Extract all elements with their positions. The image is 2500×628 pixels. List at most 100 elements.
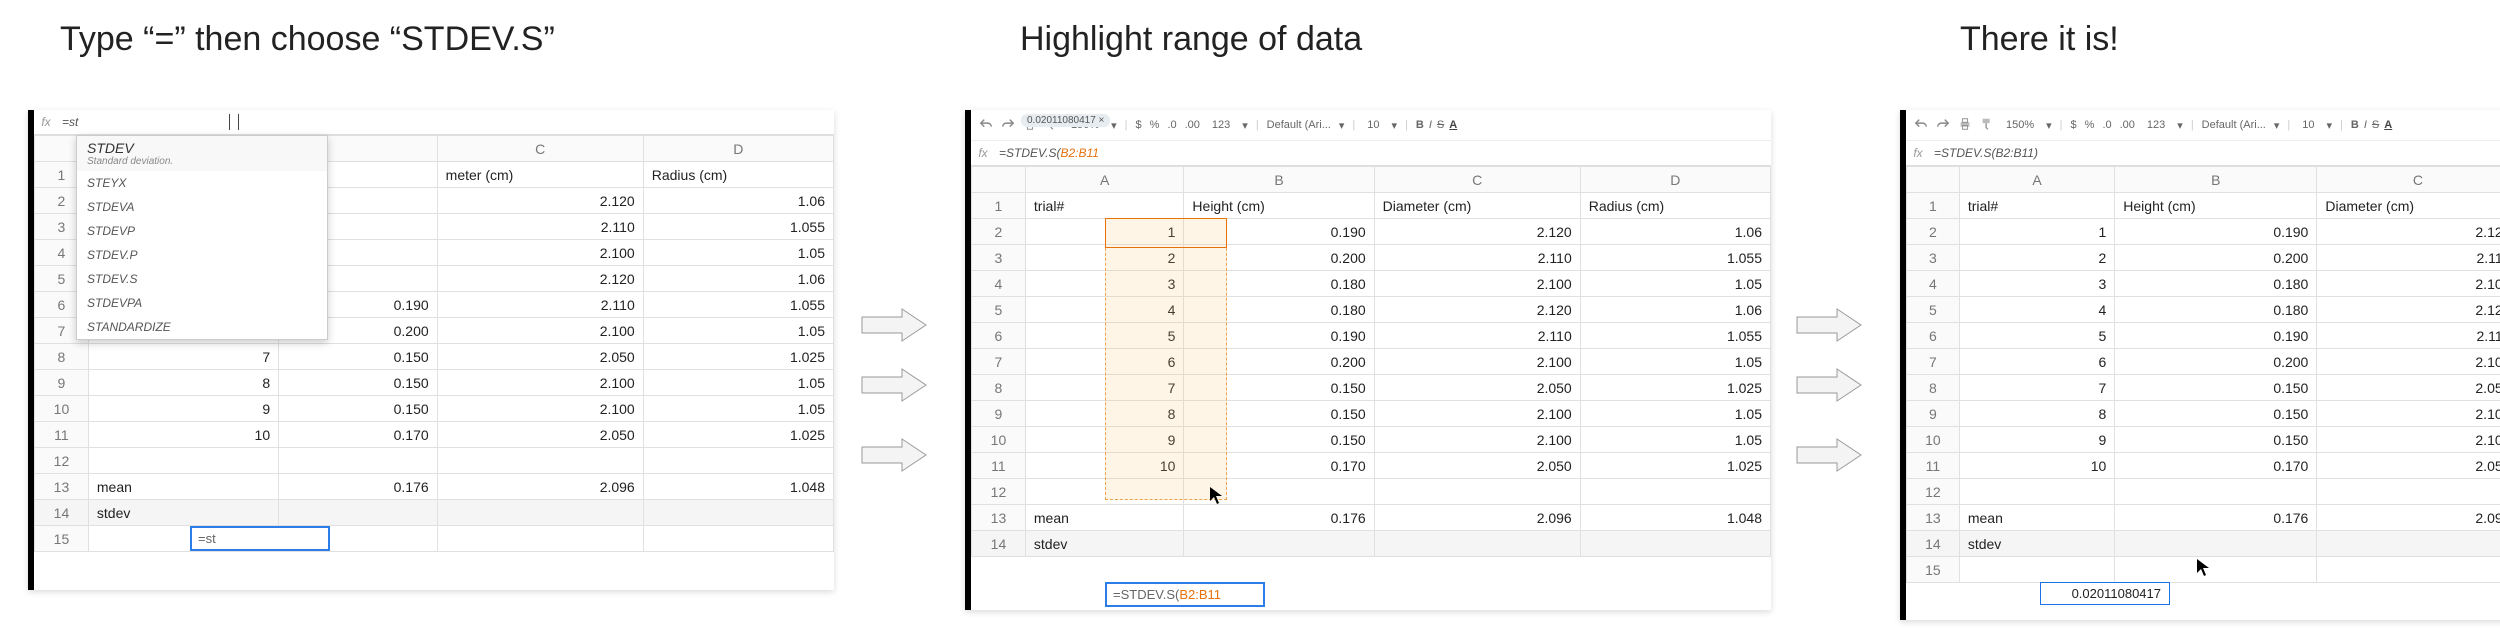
cell[interactable]: 3 — [1025, 271, 1184, 297]
cell[interactable]: stdev — [1959, 531, 2114, 557]
font-family-dropdown[interactable]: Default (Ari... — [1267, 119, 1331, 131]
cell[interactable]: 3 — [1959, 271, 2114, 297]
cell[interactable]: 2.120 — [2317, 219, 2500, 245]
increase-decimal[interactable]: .00 — [2120, 119, 2135, 131]
cell[interactable]: 0.190 — [1184, 219, 1374, 245]
text-color-button[interactable]: A — [2384, 119, 2392, 131]
cell[interactable]: 1.05 — [643, 318, 833, 344]
number-format-dropdown[interactable]: 123 — [1208, 118, 1234, 132]
row-header[interactable]: 2 — [972, 219, 1026, 245]
row-header[interactable]: 2 — [1907, 219, 1960, 245]
row-header[interactable]: 10 — [972, 427, 1026, 453]
cell[interactable]: 0.180 — [2115, 271, 2317, 297]
row-header[interactable]: 11 — [35, 422, 89, 448]
cell[interactable]: 5 — [1959, 323, 2114, 349]
cell[interactable]: 2.110 — [2317, 245, 2500, 271]
cell[interactable]: 0.200 — [1184, 349, 1374, 375]
cell[interactable]: 0.150 — [279, 396, 438, 422]
cell[interactable]: Diameter (cm) — [1374, 193, 1580, 219]
cell[interactable]: 1.025 — [1580, 453, 1770, 479]
italic-button[interactable]: I — [2364, 119, 2367, 131]
format-percent[interactable]: % — [1150, 119, 1160, 131]
cell[interactable]: 1.025 — [643, 344, 833, 370]
cell[interactable]: 0.150 — [1184, 401, 1374, 427]
cell[interactable]: 1.048 — [1580, 505, 1770, 531]
cell[interactable]: 1.048 — [643, 474, 833, 500]
cell[interactable]: 0.150 — [1184, 375, 1374, 401]
cell[interactable]: 2.096 — [437, 474, 643, 500]
italic-button[interactable]: I — [1429, 119, 1432, 131]
decrease-decimal[interactable]: .0 — [1167, 119, 1176, 131]
cell[interactable]: 1.05 — [1580, 401, 1770, 427]
cell[interactable]: 8 — [88, 370, 278, 396]
cell[interactable]: 2.110 — [437, 292, 643, 318]
format-currency[interactable]: $ — [2071, 119, 2077, 131]
cell[interactable]: 9 — [1025, 427, 1184, 453]
cell[interactable]: mean — [1025, 505, 1184, 531]
cell[interactable]: 1.06 — [643, 188, 833, 214]
cell[interactable]: 2.100 — [437, 370, 643, 396]
cell[interactable]: 0.150 — [279, 370, 438, 396]
format-percent[interactable]: % — [2085, 119, 2095, 131]
col-header[interactable]: A — [1025, 167, 1184, 193]
dropdown-item[interactable]: STEYX — [77, 171, 327, 195]
dropdown-item[interactable]: STDEV.P — [77, 243, 327, 267]
cell[interactable]: 2.120 — [437, 188, 643, 214]
cell[interactable]: 8 — [1959, 401, 2114, 427]
cell[interactable]: 7 — [1959, 375, 2114, 401]
row-header[interactable]: 13 — [1907, 505, 1960, 531]
row-header[interactable]: 1 — [1907, 193, 1960, 219]
cell[interactable]: 1 — [1025, 219, 1184, 245]
cell[interactable]: 7 — [1025, 375, 1184, 401]
cell[interactable]: 0.180 — [1184, 297, 1374, 323]
cell[interactable]: 6 — [1959, 349, 2114, 375]
cell[interactable]: stdev — [88, 500, 278, 526]
row-header[interactable]: 15 — [1907, 557, 1960, 583]
cell[interactable]: 0.170 — [1184, 453, 1374, 479]
decrease-decimal[interactable]: .0 — [2102, 119, 2111, 131]
cell[interactable]: 7 — [88, 344, 278, 370]
strikethrough-button[interactable]: S — [2372, 119, 2379, 131]
cell[interactable]: Height (cm) — [1184, 193, 1374, 219]
text-color-button[interactable]: A — [1449, 119, 1457, 131]
dropdown-item[interactable]: STDEV.S — [77, 267, 327, 291]
cell[interactable]: 0.200 — [1184, 245, 1374, 271]
paint-format-icon[interactable] — [1980, 117, 1994, 134]
cell[interactable]: 2.100 — [2317, 271, 2500, 297]
undo-icon[interactable] — [1914, 117, 1928, 134]
cell[interactable]: 0.200 — [2115, 349, 2317, 375]
cell[interactable]: Diameter (cm) — [2317, 193, 2500, 219]
cell[interactable]: 0.150 — [2115, 375, 2317, 401]
inline-formula-cell[interactable]: =st — [190, 526, 330, 551]
row-header[interactable]: 12 — [972, 479, 1026, 505]
dropdown-item[interactable]: STDEVP — [77, 219, 327, 243]
strikethrough-button[interactable]: S — [1437, 119, 1444, 131]
cell[interactable]: 2.100 — [1374, 349, 1580, 375]
row-header[interactable]: 9 — [35, 370, 89, 396]
row-header[interactable]: 1 — [972, 193, 1026, 219]
cell[interactable]: 2.120 — [1374, 297, 1580, 323]
cell[interactable]: 2.096 — [2317, 505, 2500, 531]
cell[interactable]: 1.06 — [643, 266, 833, 292]
cell[interactable]: 0.170 — [279, 422, 438, 448]
cell[interactable]: 8 — [1025, 401, 1184, 427]
cell[interactable]: Radius (cm) — [643, 162, 833, 188]
formula-input[interactable]: =STDEV.S(B2:B11) — [1930, 146, 2500, 160]
cell[interactable]: trial# — [1025, 193, 1184, 219]
cell[interactable]: Radius (cm) — [1580, 193, 1770, 219]
bold-button[interactable]: B — [1416, 119, 1424, 131]
cell[interactable]: trial# — [1959, 193, 2114, 219]
corner-cell[interactable] — [972, 167, 1026, 193]
number-format-dropdown[interactable]: 123 — [2143, 118, 2169, 132]
row-header[interactable]: 15 — [35, 526, 89, 552]
col-header[interactable]: C — [437, 136, 643, 162]
cell[interactable]: 0.176 — [1184, 505, 1374, 531]
cell[interactable]: 2.050 — [437, 344, 643, 370]
cell[interactable]: 2.100 — [437, 318, 643, 344]
cell[interactable]: stdev — [1025, 531, 1184, 557]
bold-button[interactable]: B — [2351, 119, 2359, 131]
col-header[interactable]: A — [1959, 167, 2114, 193]
cell[interactable]: 2.050 — [1374, 453, 1580, 479]
dropdown-item[interactable]: STANDARDIZE — [77, 315, 327, 339]
redo-icon[interactable] — [1936, 117, 1950, 134]
